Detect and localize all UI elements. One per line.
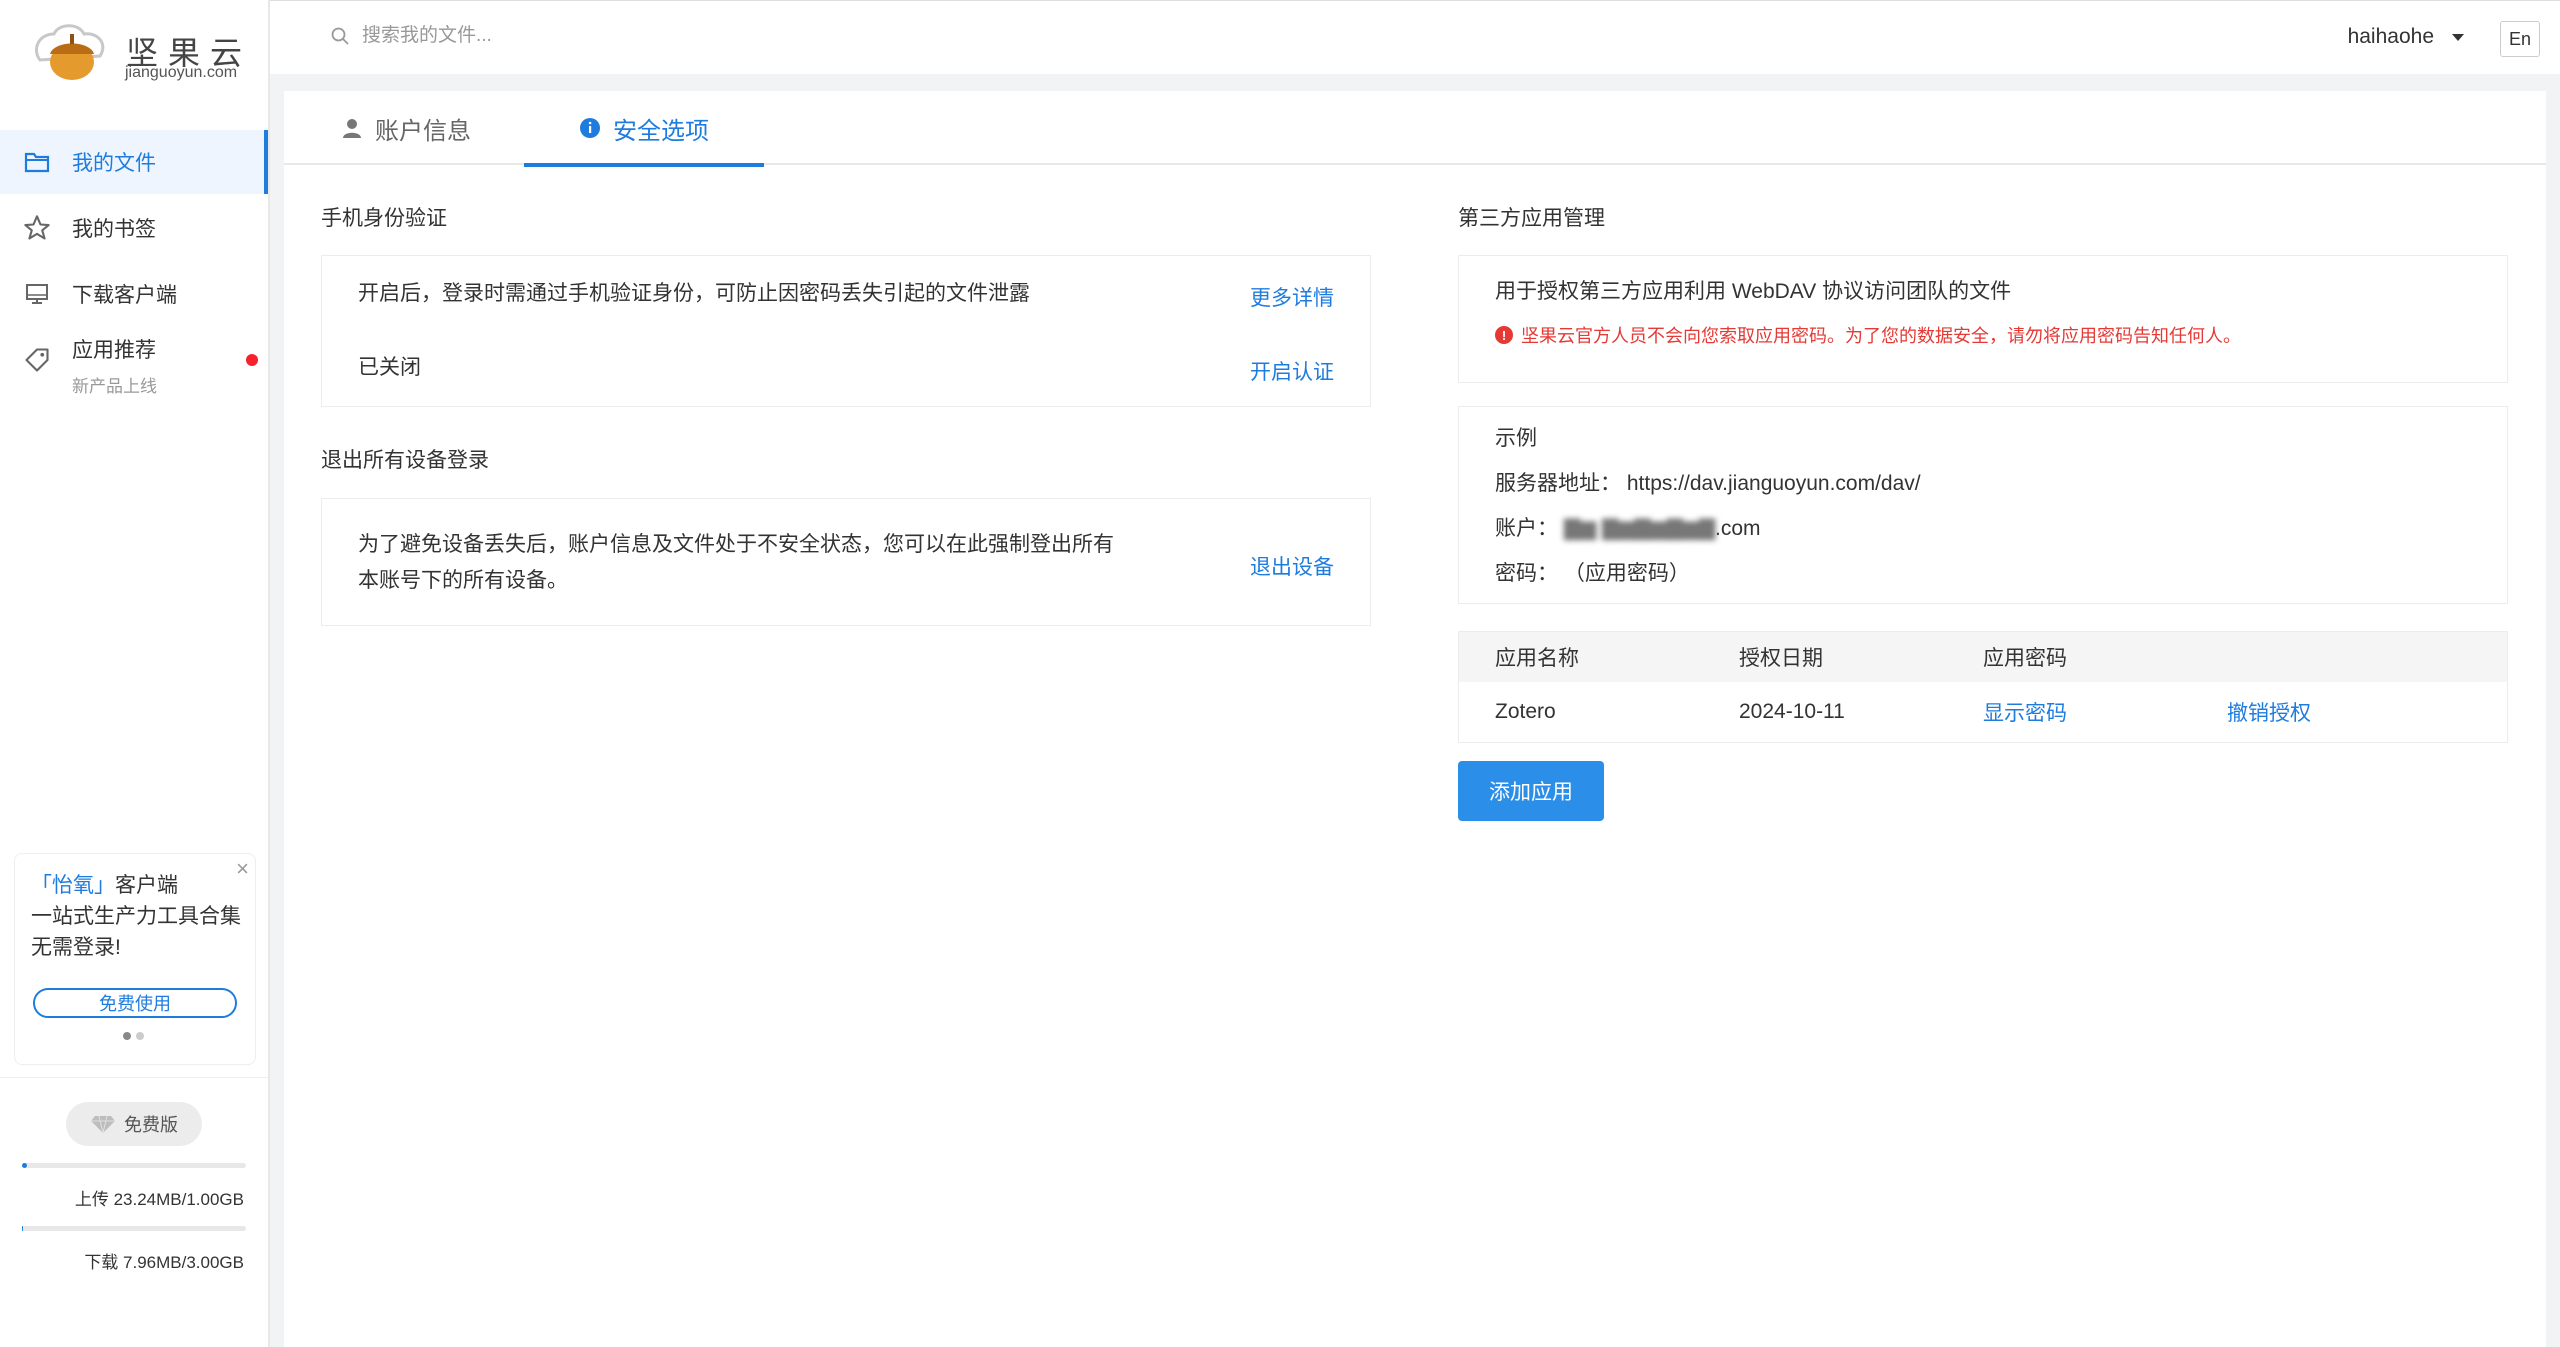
account-row: 账户： ▇▆ ▇▆▇▆▇▆▇.com (1495, 511, 1761, 547)
phone-auth-description: 开启后，登录时需通过手机验证身份，可防止因密码丢失引起的文件泄露 (358, 282, 1030, 305)
caret-down-icon (2452, 33, 2464, 41)
webdav-example-card: 示例 服务器地址： https://dav.jianguoyun.com/dav… (1458, 406, 2508, 604)
example-title: 示例 (1495, 427, 1537, 450)
security-warning: ! 坚果云官方人员不会向您索取应用密码。为了您的数据安全，请勿将应用密码告知任何… (1495, 322, 2241, 348)
sidebar-item-label: 下载客户端 (72, 284, 177, 307)
tag-icon (22, 345, 52, 375)
language-toggle[interactable]: En (2500, 21, 2540, 57)
password-row: 密码： （应用密码） (1495, 556, 1690, 592)
logout-all-card: 为了避免设备丢失后，账户信息及文件处于不安全状态，您可以在此强制登出所有 本账号… (321, 498, 1371, 626)
revoke-auth-link[interactable]: 撤销授权 (2227, 682, 2311, 742)
warning-text: 坚果云官方人员不会向您索取应用密码。为了您的数据安全，请勿将应用密码告知任何人。 (1521, 326, 2241, 346)
sidebar-item-label: 我的书签 (72, 218, 156, 241)
table-row: Zotero 2024-10-11 显示密码 撤销授权 (1459, 682, 2507, 742)
sidebar-item-bookmarks[interactable]: 我的书签 (0, 196, 268, 260)
logout-devices-link[interactable]: 退出设备 (1250, 551, 1334, 581)
promo-highlight: 「怡氧」 (31, 874, 115, 897)
app-name-cell: Zotero (1495, 700, 1556, 723)
column-header-app-password: 应用密码 (1983, 647, 2067, 670)
acorn-logo-icon (35, 24, 105, 80)
monitor-icon (22, 279, 52, 309)
plan-badge[interactable]: 免费版 (66, 1102, 202, 1146)
tab-bar: 账户信息 安全选项 (284, 91, 2546, 167)
phone-auth-status: 已关闭 (358, 356, 421, 379)
promo-text: 「怡氧」客户端 一站式生产力工具合集 无需登录! (31, 870, 241, 963)
download-usage-label: 下载 7.96MB/3.00GB (84, 1253, 244, 1272)
server-address-label: 服务器地址： (1495, 472, 1621, 495)
upload-usage-bar (22, 1163, 246, 1168)
webdav-intro-text: 用于授权第三方应用利用 WebDAV 协议访问团队的文件 (1495, 280, 2012, 303)
upload-usage-fill (22, 1163, 28, 1168)
column-header-auth-date: 授权日期 (1739, 647, 1823, 670)
auth-date-cell: 2024-10-11 (1739, 700, 1845, 723)
sidebar-nav: 我的文件 我的书签 下载客户端 应用推荐 新产品上线 (0, 130, 268, 396)
sidebar: 坚果云 jianguoyun.com 我的文件 我的书签 下载客户端 应用推荐 … (0, 0, 270, 1347)
divider (0, 1077, 268, 1078)
password-label: 密码： (1495, 562, 1558, 585)
download-usage-bar (22, 1226, 246, 1231)
section-title-logout-all: 退出所有设备登录 (321, 449, 489, 472)
search-icon (331, 27, 349, 45)
password-value: （应用密码） (1563, 562, 1690, 585)
tab-account-info[interactable]: 账户信息 (316, 91, 496, 165)
webdav-intro-card: 用于授权第三方应用利用 WebDAV 协议访问团队的文件 ! 坚果云官方人员不会… (1458, 255, 2508, 383)
logo[interactable]: 坚果云 jianguoyun.com (32, 20, 252, 90)
logout-description-line1: 为了避免设备丢失后，账户信息及文件处于不安全状态，您可以在此强制登出所有 (358, 533, 1114, 556)
carousel-dot[interactable] (136, 1032, 144, 1040)
warning-icon: ! (1495, 326, 1513, 344)
promo-title: 客户端 (115, 874, 178, 897)
download-usage-fill (22, 1226, 23, 1231)
column-header-app-name: 应用名称 (1495, 647, 1579, 670)
sidebar-item-sublabel: 新产品上线 (72, 377, 157, 396)
account-label: 账户： (1495, 517, 1558, 540)
section-title-phone-auth: 手机身份验证 (321, 207, 447, 230)
notification-dot (246, 354, 258, 366)
info-icon (580, 118, 600, 138)
promo-card: × 「怡氧」客户端 一站式生产力工具合集 无需登录! 免费使用 (14, 853, 256, 1065)
diamond-icon (91, 1115, 115, 1134)
carousel-dot[interactable] (123, 1032, 131, 1040)
plan-label: 免费版 (124, 1115, 178, 1135)
show-password-link[interactable]: 显示密码 (1983, 682, 2067, 742)
phone-auth-card: 开启后，登录时需通过手机验证身份，可防止因密码丢失引起的文件泄露 更多详情 已关… (321, 255, 1371, 407)
enable-auth-link[interactable]: 开启认证 (1250, 356, 1334, 386)
tab-label: 安全选项 (613, 117, 709, 145)
add-app-button[interactable]: 添加应用 (1458, 761, 1604, 821)
carousel-dots (123, 1032, 144, 1040)
username: haihaohe (2347, 25, 2434, 48)
topbar: haihaohe En (270, 0, 2560, 74)
star-icon (22, 213, 52, 243)
user-menu[interactable]: haihaohe (2348, 25, 2464, 49)
sidebar-item-label: 我的文件 (72, 152, 156, 175)
tab-security[interactable]: 安全选项 (524, 91, 764, 167)
search-input[interactable] (362, 25, 762, 47)
account-redacted: ▇▆ ▇▆▇▆▇▆▇ (1563, 517, 1716, 540)
section-title-third-party: 第三方应用管理 (1458, 207, 1605, 230)
main-panel: 账户信息 安全选项 手机身份验证 开启后，登录时需通过手机验证身份，可防止因密码… (284, 91, 2546, 1347)
logout-description-line2: 本账号下的所有设备。 (358, 569, 568, 592)
sidebar-item-app-recommend[interactable]: 应用推荐 新产品上线 (0, 328, 268, 396)
brand-domain: jianguoyun.com (125, 64, 238, 81)
user-icon (343, 119, 361, 138)
sidebar-item-label: 应用推荐 (72, 339, 156, 362)
sidebar-item-download-client[interactable]: 下载客户端 (0, 262, 268, 326)
upload-usage-label: 上传 23.24MB/1.00GB (74, 1190, 244, 1209)
app-table: 应用名称 授权日期 应用密码 Zotero 2024-10-11 显示密码 撤销… (1458, 631, 2508, 743)
tab-label: 账户信息 (375, 117, 471, 145)
account-suffix: .com (1715, 517, 1761, 540)
more-details-link[interactable]: 更多详情 (1250, 282, 1334, 312)
promo-body: 一站式生产力工具合集 无需登录! (31, 905, 241, 959)
sidebar-item-my-files[interactable]: 我的文件 (0, 130, 268, 194)
server-address-row: 服务器地址： https://dav.jianguoyun.com/dav/ (1495, 466, 1921, 502)
free-use-button[interactable]: 免费使用 (33, 988, 237, 1018)
server-address-value: https://dav.jianguoyun.com/dav/ (1626, 472, 1921, 495)
search-box (330, 25, 762, 47)
folder-icon (22, 147, 52, 177)
table-header: 应用名称 授权日期 应用密码 (1459, 632, 2507, 682)
